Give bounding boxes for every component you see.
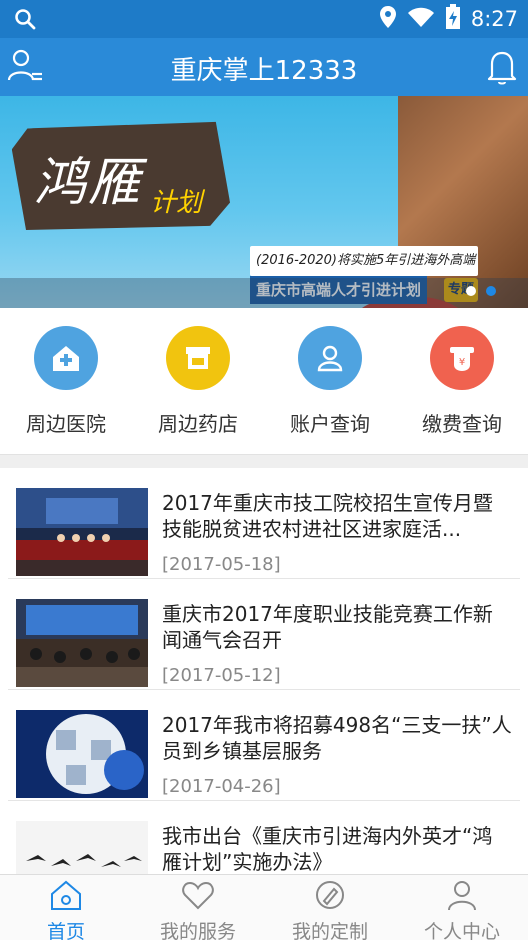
banner-brush-subtitle: 计划 <box>150 188 203 218</box>
list-item[interactable]: 重庆市2017年度职业技能竞赛工作新闻通气会召开 [2017-05-12] <box>8 579 520 690</box>
list-item[interactable]: 2017年我市将招募498名“三支一扶”人员到乡镇基层服务 [2017-04-2… <box>8 690 520 801</box>
home-icon <box>48 880 84 915</box>
quick-action-pharmacy[interactable]: 周边药店 <box>132 308 264 454</box>
quick-action-account[interactable]: 账户查询 <box>264 308 396 454</box>
tab-label: 我的定制 <box>291 921 368 940</box>
tab-label: 我的服务 <box>159 921 236 940</box>
carousel-dots <box>466 286 496 296</box>
quick-action-label: 账户查询 <box>290 412 370 436</box>
news-thumbnail <box>16 488 148 576</box>
status-time: 8:27 <box>470 7 518 31</box>
quick-action-hospital[interactable]: 周边医院 <box>0 308 132 454</box>
news-list: 2017年重庆市技工院校招生宣传月暨技能脱贫进农村进社区进家庭活... [201… <box>0 468 528 874</box>
quick-action-payment[interactable]: ¥ 缴费查询 <box>396 308 528 454</box>
banner-carousel[interactable]: 鸿雁 计划 (2016-2020)将实施5年引进海外高端人才 重庆市高端人才引进… <box>0 96 528 308</box>
tab-label: 个人中心 <box>423 921 500 940</box>
news-date: [2017-05-18] <box>162 554 281 575</box>
carousel-dot[interactable] <box>466 286 476 296</box>
tab-services[interactable]: 我的服务 <box>132 875 264 940</box>
bell-icon[interactable] <box>482 46 522 86</box>
wifi-icon <box>407 6 435 32</box>
page-title: 重庆掌上12333 <box>170 56 358 86</box>
news-thumbnail <box>16 821 148 874</box>
heart-icon <box>180 881 216 915</box>
news-title: 我市出台《重庆市引进海内外英才“鸿雁计划”实施办法》 <box>162 824 493 874</box>
list-item[interactable]: 我市出台《重庆市引进海内外英才“鸿雁计划”实施办法》 <box>8 801 520 874</box>
account-icon <box>298 326 362 390</box>
carousel-dot-active[interactable] <box>486 286 496 296</box>
customize-icon <box>312 881 348 915</box>
banner-shade <box>0 278 528 308</box>
status-bar: 8:27 <box>0 0 528 38</box>
battery-icon <box>445 4 461 34</box>
hospital-icon <box>34 326 98 390</box>
location-icon <box>379 5 397 33</box>
tab-home[interactable]: 首页 <box>0 875 132 940</box>
quick-action-label: 周边医院 <box>26 412 106 436</box>
payment-icon: ¥ <box>430 326 494 390</box>
quick-action-label: 周边药店 <box>158 412 238 436</box>
banner-brush-title: 鸿雁 <box>34 153 143 213</box>
tab-profile[interactable]: 个人中心 <box>396 875 528 940</box>
news-title: 2017年重庆市技工院校招生宣传月暨技能脱贫进农村进社区进家庭活... <box>162 491 493 541</box>
news-thumbnail <box>16 599 148 687</box>
list-item[interactable]: 2017年重庆市技工院校招生宣传月暨技能脱贫进农村进社区进家庭活... [201… <box>8 468 520 579</box>
section-divider <box>0 454 528 468</box>
pharmacy-icon <box>166 326 230 390</box>
news-date: [2017-04-26] <box>162 776 281 797</box>
news-title: 2017年我市将招募498名“三支一扶”人员到乡镇基层服务 <box>162 713 512 763</box>
news-title: 重庆市2017年度职业技能竞赛工作新闻通气会召开 <box>162 602 493 652</box>
quick-action-label: 缴费查询 <box>422 412 502 436</box>
banner-subtitle: (2016-2020)将实施5年引进海外高端人才 <box>250 246 478 298</box>
search-icon[interactable] <box>14 8 36 34</box>
app-bar: 重庆掌上12333 <box>0 38 528 96</box>
news-thumbnail <box>16 710 148 798</box>
bottom-tab-bar: 首页 我的服务 我的定制 个人中心 <box>0 874 528 940</box>
tab-label: 首页 <box>46 921 85 940</box>
profile-icon <box>444 881 480 915</box>
svg-text:¥: ¥ <box>459 357 465 368</box>
quick-actions: 周边医院 周边药店 账户查询 ¥ 缴费查询 <box>0 308 528 454</box>
tab-customize[interactable]: 我的定制 <box>264 875 396 940</box>
news-date: [2017-05-12] <box>162 665 281 686</box>
